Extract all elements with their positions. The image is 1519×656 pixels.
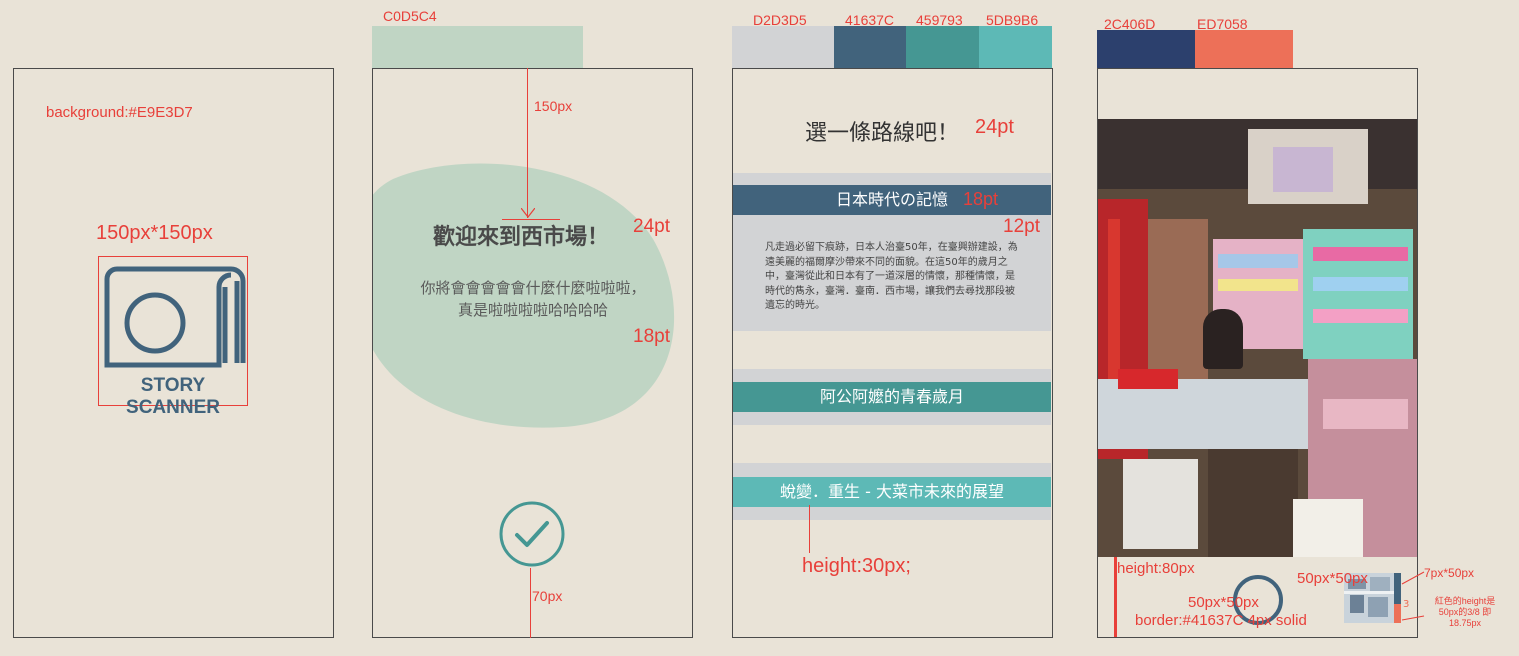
swatch-aqua-label: 5DB9B6 <box>986 12 1039 28</box>
arrow-head-icon <box>521 208 535 218</box>
app-logo: STORY SCANNER <box>98 256 248 418</box>
welcome-title: 歡迎來到西市場！ <box>433 225 610 250</box>
logo-text: STORY SCANNER <box>126 375 220 418</box>
route1-size-annotation: 18pt <box>963 189 999 209</box>
screen-routes: 選一條路線吧！ 日本時代の記憶 凡走過必留下痕跡，日本人治臺50年，在臺興辦建設… <box>732 68 1053 638</box>
circle-size-annotation: 50px*50px <box>1188 594 1259 611</box>
desc-size-annotation: 12pt <box>1003 216 1040 237</box>
swatch-coral-label: ED7058 <box>1197 16 1248 32</box>
screen-welcome: 歡迎來到西市場！ 你將會會會會會什麼什麼啦啦啦，真是啦啦啦啦哈哈哈哈 <box>372 68 693 638</box>
route1-description: 凡走過必留下痕跡，日本人治臺50年，在臺興辦建設，為遠美麗的福爾摩沙帶來不同的面… <box>765 242 1018 311</box>
map-size-annotation: 50px*50px <box>1297 570 1368 587</box>
title-size-annotation: 24pt <box>633 216 670 237</box>
screen-camera: 3 <box>1097 68 1418 638</box>
swatch-slate <box>834 26 906 68</box>
top-margin-arrow <box>527 68 528 218</box>
bottom-margin-annotation: 70px <box>532 588 563 604</box>
route1-button[interactable]: 日本時代の記憶 <box>733 185 1051 215</box>
route3-button[interactable]: 蛻變．重生 - 大菜市未來的展望 <box>733 477 1051 507</box>
bottom-height-annotation: height:80px <box>1117 560 1195 577</box>
height-pointer-line <box>809 505 810 553</box>
confirm-check-icon[interactable] <box>497 499 567 569</box>
route2-button[interactable]: 阿公阿嬤的青春歲月 <box>733 382 1051 412</box>
swatch-navy <box>1097 30 1195 68</box>
top-margin-annotation: 150px <box>534 98 573 114</box>
welcome-body: 你將會會會會會什麼什麼啦啦啦，真是啦啦啦啦哈哈哈哈 <box>420 279 646 319</box>
swatch-slate-label: 41637C <box>845 12 895 28</box>
logo-size-annotation: 150px*150px <box>96 222 213 244</box>
bar-height-annotation: height:30px; <box>802 555 911 577</box>
swatch-gray-label: D2D3D5 <box>753 12 807 28</box>
swatch-teal-label: 459793 <box>916 12 963 28</box>
title-underline-mark <box>502 219 560 220</box>
swatch-green <box>372 26 583 68</box>
swatch-teal <box>906 26 979 68</box>
circle-border-annotation: border:#41637C 4px solid <box>1135 612 1307 629</box>
routes-title-size-annotation: 24pt <box>975 116 1014 138</box>
body-size-annotation: 18pt <box>633 326 670 347</box>
progress-size-annotation: 7px*50px <box>1424 566 1475 580</box>
background-annotation: background:#E9E3D7 <box>46 104 193 121</box>
swatch-green-label: C0D5C4 <box>383 8 437 24</box>
progress-note-annotation: 紅色的height是50px的3/8 即18.75px <box>1434 596 1496 628</box>
swatch-aqua <box>979 26 1052 68</box>
routes-title: 選一條路線吧！ <box>805 121 960 146</box>
swatch-coral <box>1195 30 1293 68</box>
swatch-gray <box>732 26 834 68</box>
swatch-navy-label: 2C406D <box>1104 16 1156 32</box>
bottom-margin-line <box>530 568 531 638</box>
camera-photo <box>1098 119 1417 557</box>
